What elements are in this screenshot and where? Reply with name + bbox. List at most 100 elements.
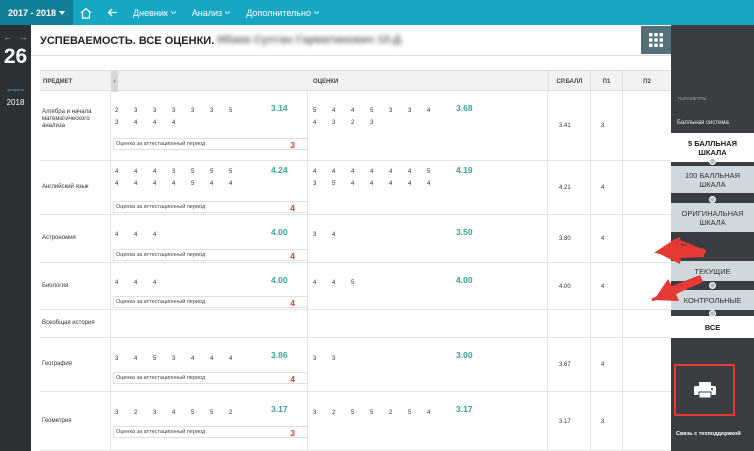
scale-option-original[interactable]: ОРИГИНАЛЬНАЯ ШКАЛА <box>671 203 754 232</box>
grade-mark[interactable]: 4 <box>172 410 191 416</box>
grade-option-all[interactable]: ВСЕ <box>671 316 754 338</box>
grade-mark[interactable]: 4 <box>172 120 191 126</box>
grade-mark[interactable]: 5 <box>370 410 389 416</box>
grade-mark[interactable]: 4 <box>153 120 172 126</box>
year-selector[interactable]: 2017 - 2018 <box>0 0 73 25</box>
grade-mark[interactable]: 2 <box>332 410 351 416</box>
grade-mark[interactable]: 3 <box>172 356 191 362</box>
grade-mark[interactable]: 5 <box>427 169 446 175</box>
grade-mark[interactable]: 3 <box>389 108 408 114</box>
grade-mark[interactable]: 3 <box>408 108 427 114</box>
grade-mark[interactable]: 3 <box>370 120 389 126</box>
grade-mark[interactable]: 4 <box>389 181 408 187</box>
grade-mark[interactable]: 5 <box>229 169 248 175</box>
grade-mark[interactable]: 4 <box>153 181 172 187</box>
next-date-icon[interactable]: → <box>19 32 28 42</box>
nav-item-analysis[interactable]: Анализ <box>192 8 231 18</box>
back-arrow-icon[interactable] <box>103 0 121 25</box>
grade-mark[interactable]: 4 <box>313 120 332 126</box>
grade-mark[interactable]: 4 <box>351 181 370 187</box>
apps-grid-button[interactable] <box>641 26 671 54</box>
grade-mark[interactable]: 4 <box>427 108 446 114</box>
grade-mark[interactable]: 3 <box>134 108 153 114</box>
grade-mark[interactable]: 5 <box>313 108 332 114</box>
grade-mark[interactable]: 3 <box>313 356 332 362</box>
grade-mark[interactable]: 4 <box>153 169 172 175</box>
grade-mark[interactable]: 3 <box>172 108 191 114</box>
grade-mark[interactable]: 2 <box>229 410 248 416</box>
home-icon[interactable] <box>76 0 96 25</box>
grade-mark[interactable]: 4 <box>153 280 172 286</box>
grade-mark[interactable]: 3 <box>313 181 332 187</box>
grade-mark[interactable]: 4 <box>172 181 191 187</box>
grade-mark[interactable]: 4 <box>332 108 351 114</box>
grade-mark[interactable]: 3 <box>313 410 332 416</box>
prev-date-icon[interactable]: ← <box>3 32 12 42</box>
grade-mark[interactable]: 4 <box>115 232 134 238</box>
grade-mark[interactable]: 3 <box>115 410 134 416</box>
grade-mark[interactable]: 3 <box>313 232 332 238</box>
grade-mark[interactable]: 5 <box>210 410 229 416</box>
grade-mark[interactable]: 4 <box>229 356 248 362</box>
support-link[interactable]: Связь с техподдержкой <box>676 431 741 437</box>
grade-mark[interactable]: 4 <box>134 356 153 362</box>
grade-mark[interactable]: 4 <box>370 169 389 175</box>
grade-mark[interactable]: 4 <box>134 120 153 126</box>
grade-mark[interactable]: 4 <box>427 181 446 187</box>
grade-mark[interactable]: 4 <box>332 232 351 238</box>
grade-mark[interactable]: 4 <box>351 108 370 114</box>
grade-mark[interactable]: 4 <box>134 169 153 175</box>
grade-mark[interactable]: 3 <box>210 108 229 114</box>
grade-mark[interactable]: 5 <box>210 169 229 175</box>
grade-mark[interactable]: 3 <box>332 356 351 362</box>
grade-mark[interactable]: 4 <box>210 181 229 187</box>
grade-mark[interactable]: 2 <box>389 410 408 416</box>
grade-mark[interactable]: 4 <box>115 181 134 187</box>
grade-mark[interactable]: 4 <box>134 280 153 286</box>
grade-mark[interactable]: 4 <box>153 232 172 238</box>
grade-mark[interactable]: 4 <box>351 169 370 175</box>
grade-mark[interactable]: 5 <box>408 410 427 416</box>
grade-mark[interactable]: 5 <box>153 356 172 362</box>
grade-mark[interactable]: 5 <box>191 410 210 416</box>
grade-mark[interactable]: 2 <box>134 410 153 416</box>
grade-option-current[interactable]: ТЕКУЩИЕ <box>671 261 754 281</box>
grade-mark[interactable]: 4 <box>115 280 134 286</box>
grade-mark[interactable]: 5 <box>229 108 248 114</box>
grade-mark[interactable]: 4 <box>210 356 229 362</box>
grade-mark[interactable]: 4 <box>313 169 332 175</box>
grade-mark[interactable]: 3 <box>172 169 191 175</box>
grade-mark[interactable]: 4 <box>332 280 351 286</box>
grade-mark[interactable]: 5 <box>351 280 370 286</box>
grade-mark[interactable]: 2 <box>351 120 370 126</box>
scroll-left-button[interactable]: ‹ <box>111 71 118 92</box>
grade-mark[interactable]: 2 <box>115 108 134 114</box>
nav-item-extra[interactable]: Дополнительно <box>246 8 319 18</box>
print-button[interactable] <box>674 364 735 416</box>
scale-option-100[interactable]: 100 БАЛЛЬНАЯ ШКАЛА <box>671 166 754 193</box>
grade-mark[interactable]: 4 <box>408 181 427 187</box>
grade-mark[interactable]: 4 <box>134 232 153 238</box>
grade-mark[interactable]: 5 <box>370 108 389 114</box>
grade-option-control[interactable]: КОНТРОЛЬНЫЕ <box>671 290 754 310</box>
grade-mark[interactable]: 3 <box>115 120 134 126</box>
grade-mark[interactable]: 4 <box>389 169 408 175</box>
grade-mark[interactable]: 4 <box>115 169 134 175</box>
grade-mark[interactable]: 3 <box>332 120 351 126</box>
grade-mark[interactable]: 3 <box>153 410 172 416</box>
grade-mark[interactable]: 3 <box>191 108 210 114</box>
grade-mark[interactable]: 4 <box>332 169 351 175</box>
grade-mark[interactable]: 4 <box>229 181 248 187</box>
grade-mark[interactable]: 5 <box>191 169 210 175</box>
grade-mark[interactable]: 3 <box>115 356 134 362</box>
grade-mark[interactable]: 4 <box>370 181 389 187</box>
grade-mark[interactable]: 5 <box>351 410 370 416</box>
nav-item-diary[interactable]: Дневник <box>133 8 176 18</box>
grade-mark[interactable]: 4 <box>313 280 332 286</box>
grade-mark[interactable]: 4 <box>191 356 210 362</box>
grade-mark[interactable]: 5 <box>332 181 351 187</box>
grade-mark[interactable]: 4 <box>408 169 427 175</box>
grade-mark[interactable]: 4 <box>427 410 446 416</box>
grade-mark[interactable]: 5 <box>191 181 210 187</box>
grade-mark[interactable]: 4 <box>134 181 153 187</box>
